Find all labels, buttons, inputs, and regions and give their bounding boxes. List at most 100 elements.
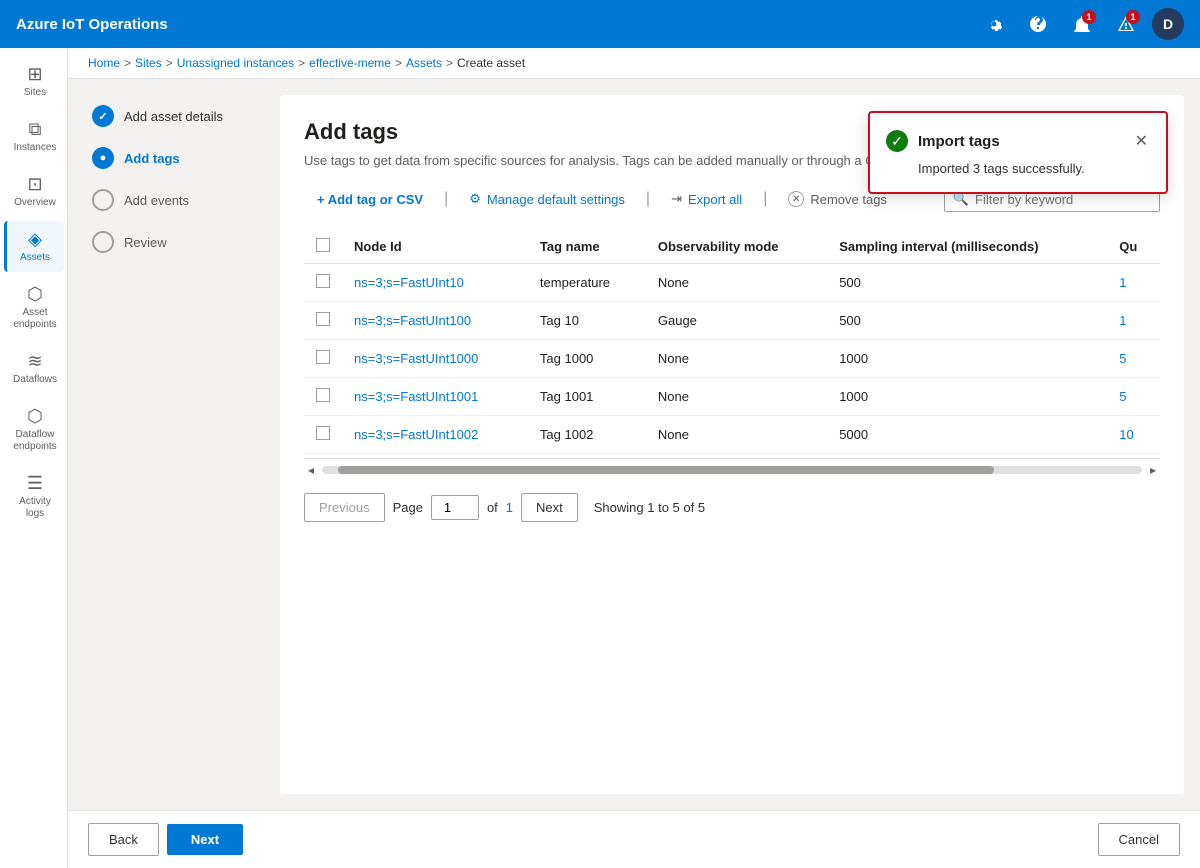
sidebar-item-activity-logs[interactable]: ☰ Activity logs <box>4 465 64 528</box>
toast-close-button[interactable]: ✕ <box>1133 129 1150 153</box>
sidebar-item-assets[interactable]: ◈ Assets <box>4 221 64 272</box>
add-tag-or-csv-button[interactable]: + Add tag or CSV <box>304 185 436 214</box>
sampling-cell: 500 <box>827 302 1107 340</box>
sidebar-item-label: Activity logs <box>11 496 60 520</box>
observability-cell: None <box>646 340 827 378</box>
breadcrumb-unassigned[interactable]: Unassigned instances <box>177 56 294 70</box>
scroll-right-arrow[interactable]: ▸ <box>1146 463 1160 477</box>
row-checkbox[interactable] <box>316 350 330 364</box>
scroll-track[interactable] <box>322 466 1142 474</box>
previous-button[interactable]: Previous <box>304 493 385 522</box>
sidebar-item-dataflows[interactable]: ≋ Dataflows <box>4 343 64 394</box>
row-checkbox-cell[interactable] <box>304 340 342 378</box>
table-row: ns=3;s=FastUInt1000 Tag 1000 None 1000 5 <box>304 340 1160 378</box>
assets-icon: ◈ <box>28 229 42 250</box>
step-add-asset-details[interactable]: ✓ Add asset details <box>84 95 264 137</box>
row-checkbox-cell[interactable] <box>304 416 342 454</box>
node-id-cell[interactable]: ns=3;s=FastUInt10 <box>342 264 528 302</box>
step-add-events[interactable]: Add events <box>84 179 264 221</box>
table-row: ns=3;s=FastUInt100 Tag 10 Gauge 500 1 <box>304 302 1160 340</box>
breadcrumb-home[interactable]: Home <box>88 56 120 70</box>
toast-header: ✓ Import tags ✕ <box>886 129 1150 153</box>
row-checkbox[interactable] <box>316 274 330 288</box>
row-checkbox[interactable] <box>316 388 330 402</box>
help-button[interactable] <box>1020 6 1056 42</box>
page-number-input[interactable] <box>431 495 479 520</box>
col-tag-name: Tag name <box>528 230 646 264</box>
scroll-left-arrow[interactable]: ◂ <box>304 463 318 477</box>
node-id-cell[interactable]: ns=3;s=FastUInt1002 <box>342 416 528 454</box>
sidebar-item-label: Sites <box>24 87 46 99</box>
next-button-footer[interactable]: Next <box>167 824 243 855</box>
next-button[interactable]: Next <box>521 493 578 522</box>
manage-default-settings-button[interactable]: ⚙ Manage default settings <box>456 184 638 214</box>
observability-cell: None <box>646 416 827 454</box>
tags-table: Node Id Tag name Observability mode Samp… <box>304 230 1160 454</box>
observability-cell: Gauge <box>646 302 827 340</box>
step-circle-2: ● <box>92 147 114 169</box>
user-avatar[interactable]: D <box>1152 8 1184 40</box>
sidebar-item-overview[interactable]: ⊡ Overview <box>4 166 64 217</box>
back-button[interactable]: Back <box>88 823 159 856</box>
step-review[interactable]: Review <box>84 221 264 263</box>
row-checkbox[interactable] <box>316 312 330 326</box>
sidebar-item-label: Instances <box>14 142 57 154</box>
sidebar-item-instances[interactable]: ⧉ Instances <box>4 111 64 162</box>
sidebar-item-asset-endpoints[interactable]: ⬡ Asset endpoints <box>4 276 64 339</box>
breadcrumb-assets[interactable]: Assets <box>406 56 442 70</box>
qu-cell: 5 <box>1107 378 1160 416</box>
steps-panel: ✓ Add asset details ● Add tags Add event… <box>84 95 264 794</box>
manage-label: Manage default settings <box>487 192 625 207</box>
toast-message: Imported 3 tags successfully. <box>886 161 1150 176</box>
row-checkbox-cell[interactable] <box>304 378 342 416</box>
step-circle-4 <box>92 231 114 253</box>
tag-name-cell: Tag 1002 <box>528 416 646 454</box>
gear-icon <box>985 15 1003 33</box>
toolbar-divider-3: | <box>763 190 767 208</box>
table-header-row: Node Id Tag name Observability mode Samp… <box>304 230 1160 264</box>
alerts-badge: 1 <box>1126 10 1140 24</box>
select-all-checkbox[interactable] <box>316 238 330 252</box>
step-circle-3 <box>92 189 114 211</box>
step-add-tags[interactable]: ● Add tags <box>84 137 264 179</box>
horizontal-scrollbar[interactable]: ◂ ▸ <box>304 458 1160 481</box>
step-label-4: Review <box>124 235 167 250</box>
node-id-cell[interactable]: ns=3;s=FastUInt1000 <box>342 340 528 378</box>
notifications-button[interactable]: 1 <box>1064 6 1100 42</box>
row-checkbox-cell[interactable] <box>304 302 342 340</box>
toast-notification: ✓ Import tags ✕ Imported 3 tags successf… <box>868 111 1168 194</box>
of-label: of <box>487 500 498 515</box>
sidebar-item-sites[interactable]: ⊞ Sites <box>4 56 64 107</box>
breadcrumb: Home > Sites > Unassigned instances > ef… <box>68 48 1200 79</box>
tag-name-cell: temperature <box>528 264 646 302</box>
settings-button[interactable] <box>976 6 1012 42</box>
topnav: Azure IoT Operations 1 1 D <box>0 0 1200 48</box>
toolbar-divider-2: | <box>646 190 650 208</box>
row-checkbox[interactable] <box>316 426 330 440</box>
node-id-cell[interactable]: ns=3;s=FastUInt100 <box>342 302 528 340</box>
cancel-button[interactable]: Cancel <box>1098 823 1180 856</box>
step-label-2: Add tags <box>124 151 180 166</box>
step-circle-1: ✓ <box>92 105 114 127</box>
toast-title: Import tags <box>918 133 1123 150</box>
export-all-button[interactable]: ⇥ Export all <box>658 184 755 214</box>
showing-text: Showing 1 to 5 of 5 <box>594 500 705 515</box>
row-checkbox-cell[interactable] <box>304 264 342 302</box>
sidebar-item-label: Asset endpoints <box>11 307 60 331</box>
breadcrumb-sites[interactable]: Sites <box>135 56 162 70</box>
gear-small-icon: ⚙ <box>469 191 481 207</box>
main-layout: ⊞ Sites ⧉ Instances ⊡ Overview ◈ Assets … <box>0 48 1200 868</box>
sidebar-item-dataflow-endpoints[interactable]: ⬡ Dataflow endpoints <box>4 398 64 461</box>
sidebar-item-label: Dataflow endpoints <box>11 429 60 453</box>
col-node-id: Node Id <box>342 230 528 264</box>
observability-cell: None <box>646 264 827 302</box>
node-id-cell[interactable]: ns=3;s=FastUInt1001 <box>342 378 528 416</box>
alerts-button[interactable]: 1 <box>1108 6 1144 42</box>
breadcrumb-effective-meme[interactable]: effective-meme <box>309 56 391 70</box>
col-observability: Observability mode <box>646 230 827 264</box>
scroll-thumb[interactable] <box>338 466 994 474</box>
select-all-header[interactable] <box>304 230 342 264</box>
total-pages: 1 <box>506 500 513 515</box>
qu-cell: 1 <box>1107 264 1160 302</box>
page-body: ✓ Add asset details ● Add tags Add event… <box>68 79 1200 810</box>
